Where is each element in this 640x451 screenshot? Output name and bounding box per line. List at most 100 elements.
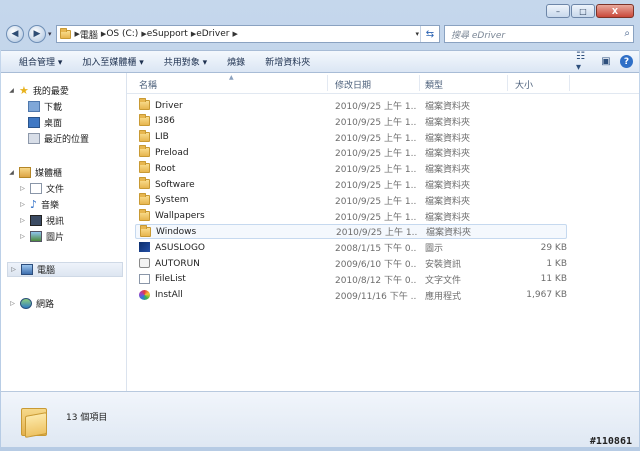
nav-pictures[interactable]: ▷ 圖片 [19, 229, 64, 244]
expand-icon[interactable]: ▷ [19, 233, 26, 240]
address-bar[interactable]: ▶ 電腦 ▶ OS (C:) ▶ eSupport ▶ eDriver ▶ ▾ … [55, 25, 440, 43]
file-row[interactable]: System 2010/9/25 上午 1... 檔案資料夾 [135, 192, 567, 208]
file-row[interactable]: Root 2010/9/25 上午 1... 檔案資料夾 [135, 161, 567, 176]
nav-favorites[interactable]: ◢ ★ 我的最愛 [8, 83, 69, 98]
file-date: 2010/9/25 上午 1... [335, 165, 417, 176]
help-icon[interactable]: ? [620, 55, 633, 68]
search-icon[interactable]: ⌕ [624, 28, 630, 39]
nav-network[interactable]: ▷ 網路 [9, 296, 54, 311]
file-row[interactable]: Wallpapers 2010/9/25 上午 1... 檔案資料夾 [135, 208, 567, 224]
breadcrumb-esupport[interactable]: eSupport [147, 29, 188, 39]
preview-pane-icon[interactable]: ▣ [598, 55, 614, 69]
caption-buttons: – □ X [546, 4, 634, 18]
nav-downloads[interactable]: 下載 [28, 99, 62, 114]
watermark-text: #110861 [589, 436, 632, 447]
burn-button[interactable]: 燒錄 [215, 55, 253, 68]
column-divider[interactable] [327, 75, 328, 91]
nav-music[interactable]: ▷ ♪ 音樂 [19, 197, 59, 212]
nav-libraries[interactable]: ◢ 媒體櫃 [8, 165, 62, 180]
nav-desktop[interactable]: 桌面 [28, 115, 62, 130]
file-size: 1 KB [546, 258, 567, 269]
file-row[interactable]: Preload 2010/9/25 上午 1... 檔案資料夾 [135, 145, 567, 160]
file-name: LIB [155, 132, 169, 143]
file-size: 1,967 KB [526, 290, 567, 301]
nav-label: 媒體櫃 [35, 169, 63, 179]
breadcrumb-computer[interactable]: 電腦 [80, 28, 98, 41]
file-type: 檔案資料夾 [425, 165, 471, 176]
new-folder-button[interactable]: 新增資料夾 [253, 55, 318, 68]
nav-label: 下載 [44, 103, 63, 113]
search-input[interactable]: 搜尋 eDriver ⌕ [444, 25, 634, 43]
expand-icon[interactable]: ▷ [10, 266, 17, 273]
file-date: 2010/9/25 上午 1... [335, 149, 417, 160]
file-date: 2010/9/25 上午 1... [335, 196, 417, 207]
column-name[interactable]: 名稱 [139, 78, 157, 91]
file-row[interactable]: ASUSLOGO 2008/1/15 下午 0... 圖示 29 KB [135, 240, 567, 255]
file-row[interactable]: I386 2010/9/25 上午 1... 檔案資料夾 [135, 113, 567, 129]
file-name: AUTORUN [155, 258, 200, 269]
file-name: Windows [156, 226, 197, 237]
expand-icon[interactable]: ▷ [9, 300, 16, 307]
file-type: 檔案資料夾 [426, 228, 472, 239]
folder-icon [139, 177, 150, 189]
column-size[interactable]: 大小 [515, 78, 533, 91]
forward-button[interactable]: ▶ [28, 25, 46, 43]
file-type: 檔案資料夾 [425, 212, 471, 223]
nav-videos[interactable]: ▷ 視訊 [19, 213, 64, 228]
expand-icon[interactable]: ▷ [19, 217, 26, 224]
organize-button[interactable]: 組合管理 ▾ [7, 55, 70, 68]
column-header: ▲ 名稱 修改日期 類型 大小 [127, 73, 639, 94]
column-type[interactable]: 類型 [425, 78, 443, 91]
file-type: 檔案資料夾 [425, 149, 471, 160]
file-row[interactable]: Windows 2010/9/25 上午 1... 檔案資料夾 [135, 224, 567, 240]
share-with-button[interactable]: 共用對象 ▾ [152, 55, 215, 68]
close-button[interactable]: X [596, 4, 634, 18]
recent-pages-dropdown[interactable]: ▾ [48, 30, 52, 38]
file-row[interactable]: AUTORUN 2009/6/10 下午 0... 安裝資訊 1 KB [135, 256, 567, 271]
file-type: 檔案資料夾 [425, 102, 471, 112]
file-type: 檔案資料夾 [425, 133, 471, 144]
file-date: 2010/9/25 上午 1... [335, 181, 417, 191]
folder-icon [139, 208, 150, 221]
breadcrumb-edriver[interactable]: eDriver [196, 29, 229, 39]
column-divider[interactable] [507, 75, 508, 91]
file-row[interactable]: Software 2010/9/25 上午 1... 檔案資料夾 [135, 177, 567, 192]
maximize-button[interactable]: □ [571, 4, 595, 18]
expand-icon[interactable]: ▷ [19, 185, 26, 192]
file-size: 11 KB [540, 274, 567, 285]
breadcrumb-label: OS (C:) [106, 29, 139, 39]
nav-computer[interactable]: ▷ 電腦 [7, 262, 123, 277]
back-button[interactable]: ◀ [6, 25, 24, 43]
file-row[interactable]: FileList 2010/8/12 下午 0... 文字文件 11 KB [135, 272, 567, 287]
back-arrow-icon: ◀ [11, 29, 19, 39]
address-row: ◀ ▶ ▾ ▶ 電腦 ▶ OS (C:) ▶ eSupport ▶ eDrive… [6, 22, 634, 46]
breadcrumb-label: 電腦 [79, 30, 98, 41]
item-count: 13 個項目 [66, 413, 108, 423]
column-date[interactable]: 修改日期 [335, 78, 371, 91]
column-divider[interactable] [419, 75, 420, 91]
file-name: FileList [155, 274, 186, 285]
expand-icon[interactable]: ▷ [19, 201, 26, 208]
file-row[interactable]: Driver 2010/9/25 上午 1... 檔案資料夾 [135, 98, 567, 113]
nav-recent[interactable]: 最近的位置 [28, 131, 89, 146]
breadcrumb-drive[interactable]: OS (C:) [106, 29, 138, 39]
address-dropdown-icon[interactable]: ▾ [415, 30, 419, 38]
documents-icon [30, 183, 42, 194]
file-row[interactable]: LIB 2010/9/25 上午 1... 檔案資料夾 [135, 129, 567, 145]
view-options-icon[interactable]: ☷ ▾ [576, 51, 592, 73]
collapse-icon[interactable]: ◢ [8, 169, 15, 176]
view-controls: ☷ ▾ ▣ ? [576, 51, 639, 73]
folder-icon [59, 27, 71, 39]
breadcrumb-arrow-icon[interactable]: ▶ [232, 30, 237, 38]
refresh-icon[interactable]: ⇆ [420, 26, 439, 42]
collapse-icon[interactable]: ◢ [8, 87, 15, 94]
file-name: ASUSLOGO [155, 242, 206, 253]
minimize-button[interactable]: – [546, 4, 570, 18]
navigation-pane: ◢ ★ 我的最愛 下載 桌面 最近的位置 ◢ 媒體櫃 ▷ 文件 ▷ ♪ 音樂 ▷… [1, 73, 127, 391]
nav-documents[interactable]: ▷ 文件 [19, 181, 64, 196]
column-divider[interactable] [569, 75, 570, 91]
recent-places-icon [28, 133, 40, 144]
add-to-library-button[interactable]: 加入至媒體櫃 ▾ [70, 55, 151, 68]
file-name: InstAll [155, 290, 183, 301]
file-row[interactable]: InstAll 2009/11/16 下午 ... 應用程式 1,967 KB [135, 288, 567, 303]
